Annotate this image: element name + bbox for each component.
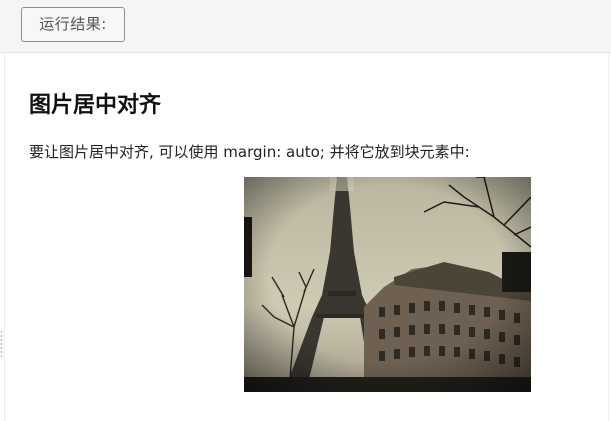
page-description: 要让图片居中对齐, 可以使用 margin: auto; 并将它放到块元素中: bbox=[29, 143, 470, 161]
page-title: 图片居中对齐 bbox=[29, 93, 162, 118]
run-result-button[interactable]: 运行结果: bbox=[21, 7, 125, 42]
centered-image bbox=[244, 176, 532, 393]
resize-grip[interactable] bbox=[0, 330, 3, 358]
result-toolbar: 运行结果: bbox=[0, 0, 611, 53]
